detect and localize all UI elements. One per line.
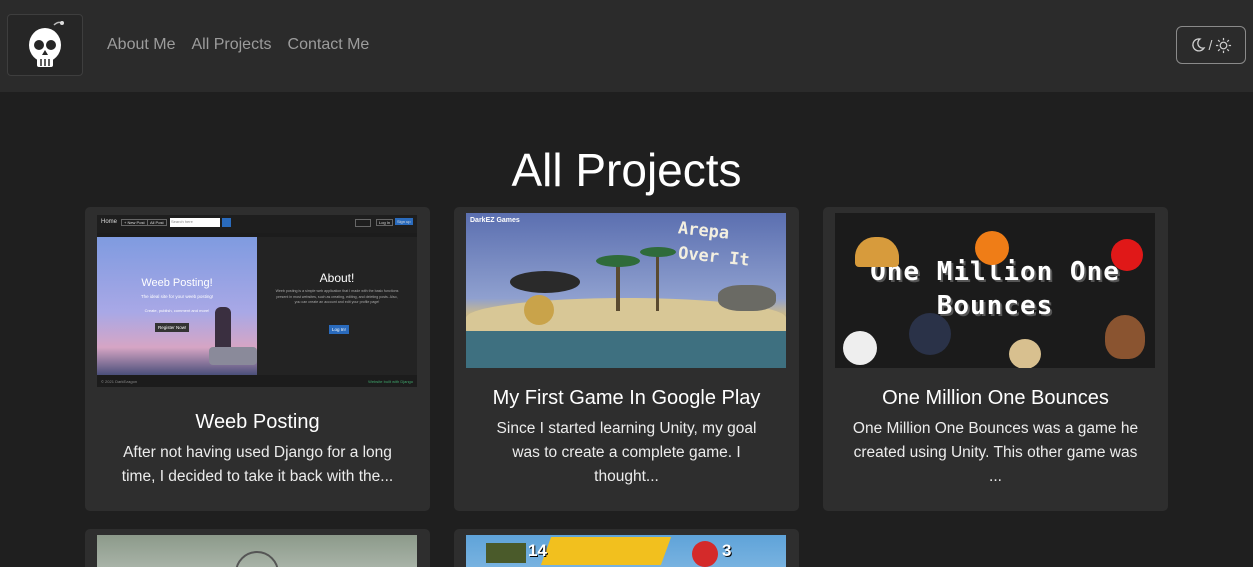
skull-logo-icon[interactable] bbox=[7, 14, 83, 76]
theme-toggle-button[interactable]: / bbox=[1176, 26, 1246, 64]
nav-links: About Me All Projects Contact Me bbox=[107, 35, 369, 55]
project-thumbnail[interactable]: Home + New Post All Post Search here Log… bbox=[97, 215, 417, 387]
nav-link-all-projects[interactable]: All Projects bbox=[191, 35, 271, 55]
sun-icon bbox=[1216, 37, 1232, 53]
page-title: All Projects bbox=[511, 144, 742, 196]
project-thumbnail[interactable]: 14 3 bbox=[466, 535, 786, 567]
project-card-weeb-posting[interactable]: Home + New Post All Post Search here Log… bbox=[85, 207, 430, 511]
project-title[interactable]: Weeb Posting bbox=[85, 411, 430, 434]
project-title[interactable]: My First Game In Google Play bbox=[454, 387, 799, 410]
navbar: About Me All Projects Contact Me / bbox=[0, 0, 1253, 92]
project-card-4[interactable] bbox=[85, 529, 430, 567]
project-thumbnail[interactable] bbox=[97, 535, 417, 567]
project-summary: After not having used Django for a long … bbox=[121, 444, 394, 485]
project-thumbnail[interactable]: DarkEZ Games Arepa Over It bbox=[466, 213, 786, 368]
project-card-one-million-one-bounces[interactable]: One Million One Bounces One Million One … bbox=[823, 207, 1168, 511]
project-title[interactable]: One Million One Bounces bbox=[823, 387, 1168, 410]
nav-link-contact-me[interactable]: Contact Me bbox=[288, 35, 370, 55]
nav-link-about-me[interactable]: About Me bbox=[107, 35, 175, 55]
moon-icon bbox=[1191, 38, 1205, 52]
project-summary: One Million One Bounces was a game he cr… bbox=[852, 420, 1139, 485]
project-thumbnail[interactable]: One Million One Bounces bbox=[835, 213, 1155, 368]
toggle-separator: / bbox=[1208, 37, 1213, 53]
project-card-my-first-game[interactable]: DarkEZ Games Arepa Over It My First Game… bbox=[454, 207, 799, 511]
project-summary: Since I started learning Unity, my goal … bbox=[496, 420, 757, 485]
project-card-5[interactable]: 14 3 bbox=[454, 529, 799, 567]
